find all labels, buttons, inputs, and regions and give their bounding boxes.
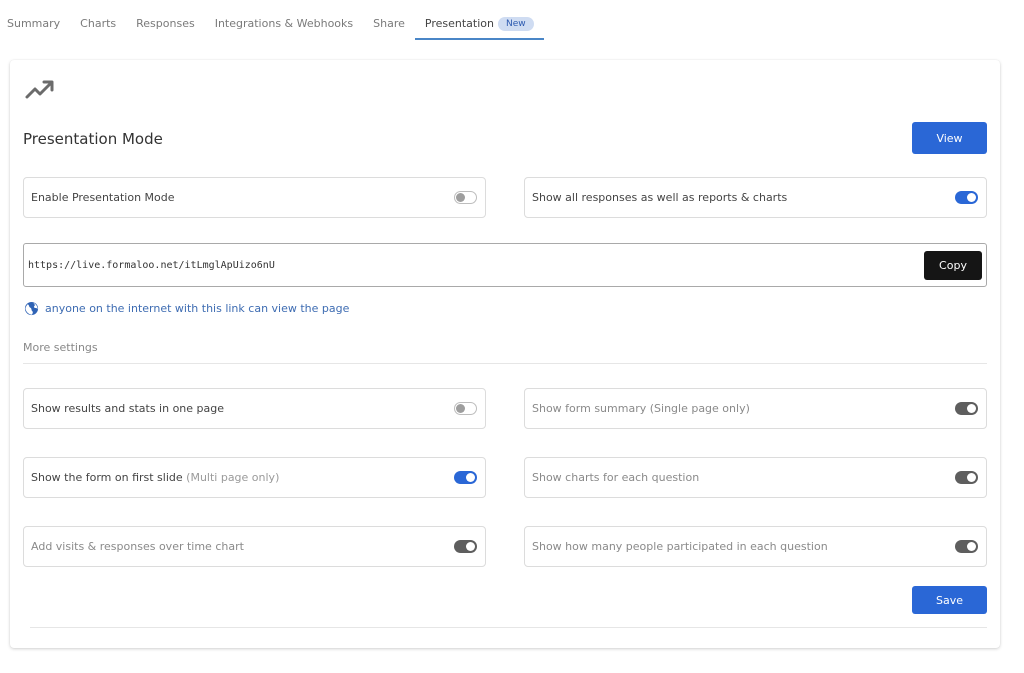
show-form-summary-toggle[interactable] [955, 402, 978, 415]
toggle-knob [456, 404, 465, 413]
new-badge: New [497, 17, 534, 31]
tab-share[interactable]: Share [363, 0, 415, 40]
save-button[interactable]: Save [912, 586, 987, 614]
results-stats-one-page-toggle[interactable] [454, 402, 477, 415]
setting-participants-per-question: Show how many people participated in eac… [524, 526, 987, 567]
copy-button[interactable]: Copy [924, 250, 982, 280]
setting-enable-presentation-mode: Enable Presentation Mode [23, 177, 486, 218]
divider [30, 627, 987, 628]
setting-label: Show the form on first slide (Multi page… [31, 471, 279, 484]
participants-per-question-toggle[interactable] [955, 540, 978, 553]
trending-up-icon [25, 80, 54, 99]
setting-label: Show charts for each question [532, 471, 700, 484]
setting-label: Show form summary (Single page only) [532, 402, 750, 415]
presentation-settings-card: Presentation Mode View Enable Presentati… [10, 60, 1000, 648]
toggle-knob [466, 473, 475, 482]
setting-label: Enable Presentation Mode [31, 191, 175, 204]
toggle-knob [967, 473, 976, 482]
tab-integrations-webhooks[interactable]: Integrations & Webhooks [205, 0, 363, 40]
toggle-knob [466, 542, 475, 551]
toggle-knob [456, 193, 465, 202]
setting-show-all-responses: Show all responses as well as reports & … [524, 177, 987, 218]
setting-visits-responses-chart: Add visits & responses over time chart [23, 526, 486, 567]
setting-label: Show all responses as well as reports & … [532, 191, 788, 204]
setting-label-text: Show the form on first slide [31, 471, 183, 484]
share-link-field[interactable]: https://live.formaloo.net/itLmglApUizo6n… [23, 243, 987, 287]
setting-label-text: Show form summary [532, 402, 647, 415]
tab-bar: Summary Charts Responses Integrations & … [0, 0, 544, 42]
setting-show-form-summary: Show form summary (Single page only) [524, 388, 987, 429]
setting-hint: (Multi page only) [186, 471, 280, 484]
tab-charts[interactable]: Charts [70, 0, 126, 40]
public-access-text: anyone on the internet with this link ca… [45, 302, 350, 315]
setting-label: Add visits & responses over time chart [31, 540, 244, 553]
public-access-note: anyone on the internet with this link ca… [24, 301, 349, 316]
page-title: Presentation Mode [23, 130, 163, 148]
toggle-knob [967, 542, 976, 551]
show-all-responses-toggle[interactable] [955, 191, 978, 204]
tab-presentation-label: Presentation [424, 17, 494, 30]
setting-charts-each-question: Show charts for each question [524, 457, 987, 498]
setting-label: Show how many people participated in eac… [532, 540, 828, 553]
share-link-url[interactable]: https://live.formaloo.net/itLmglApUizo6n… [28, 260, 275, 271]
divider [23, 363, 987, 364]
toggle-knob [967, 404, 976, 413]
toggle-knob [967, 193, 976, 202]
setting-label: Show results and stats in one page [31, 402, 225, 415]
setting-hint: (Single page only) [649, 402, 750, 415]
tab-responses[interactable]: Responses [126, 0, 205, 40]
more-settings-heading: More settings [23, 341, 98, 354]
setting-form-on-first-slide: Show the form on first slide (Multi page… [23, 457, 486, 498]
charts-each-question-toggle[interactable] [955, 471, 978, 484]
tab-summary[interactable]: Summary [0, 0, 70, 40]
visits-responses-chart-toggle[interactable] [454, 540, 477, 553]
globe-icon [24, 301, 39, 316]
enable-presentation-toggle[interactable] [454, 191, 477, 204]
view-button[interactable]: View [912, 122, 987, 154]
form-on-first-slide-toggle[interactable] [454, 471, 477, 484]
tab-presentation[interactable]: Presentation New [414, 0, 544, 40]
setting-results-stats-one-page: Show results and stats in one page [23, 388, 486, 429]
